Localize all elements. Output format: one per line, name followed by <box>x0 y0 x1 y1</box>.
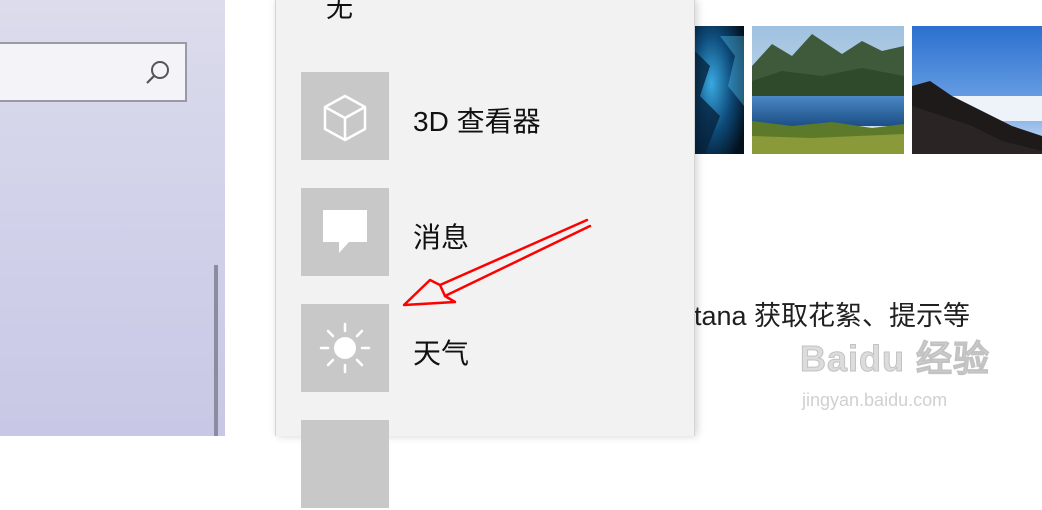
app-icon-tile <box>301 304 389 392</box>
app-label-messaging: 消息 <box>413 222 470 253</box>
cortana-description-text: rtana 获取花絮、提示等 <box>685 301 971 331</box>
app-icon-tile <box>301 188 389 276</box>
lockscreen-thumbnail-1[interactable] <box>690 26 744 154</box>
app-option-3d-viewer[interactable]: 3D 查看器 <box>276 72 694 162</box>
lockscreen-thumbnail-2[interactable] <box>752 26 904 154</box>
app-label-3d-viewer: 3D 查看器 <box>413 106 541 137</box>
search-input[interactable] <box>0 42 187 102</box>
partial-app-icon <box>301 420 389 508</box>
cube-icon <box>323 94 367 142</box>
app-label-weather: 天气 <box>413 338 470 369</box>
watermark-main-text: Baidu 经验 <box>799 338 991 380</box>
chat-bubble-icon <box>323 210 367 253</box>
baidu-watermark: Baidu 经验 jingyan.baidu.com <box>799 330 1000 420</box>
sidebar-scrollbar[interactable] <box>214 265 218 436</box>
app-picker-flyout: 无 3D 查看器 消息 天气 <box>275 0 695 508</box>
app-option-none[interactable]: 无 <box>326 0 353 25</box>
app-option-messaging[interactable]: 消息 <box>276 188 694 278</box>
settings-sidebar <box>0 0 225 436</box>
app-icon-tile <box>301 72 389 160</box>
search-icon[interactable] <box>143 58 173 88</box>
app-option-partial[interactable] <box>276 420 694 510</box>
watermark-sub-text: jingyan.baidu.com <box>802 390 948 410</box>
lockscreen-thumbnail-3[interactable] <box>912 26 1042 154</box>
app-option-weather[interactable]: 天气 <box>276 304 694 394</box>
sun-icon <box>319 322 371 374</box>
